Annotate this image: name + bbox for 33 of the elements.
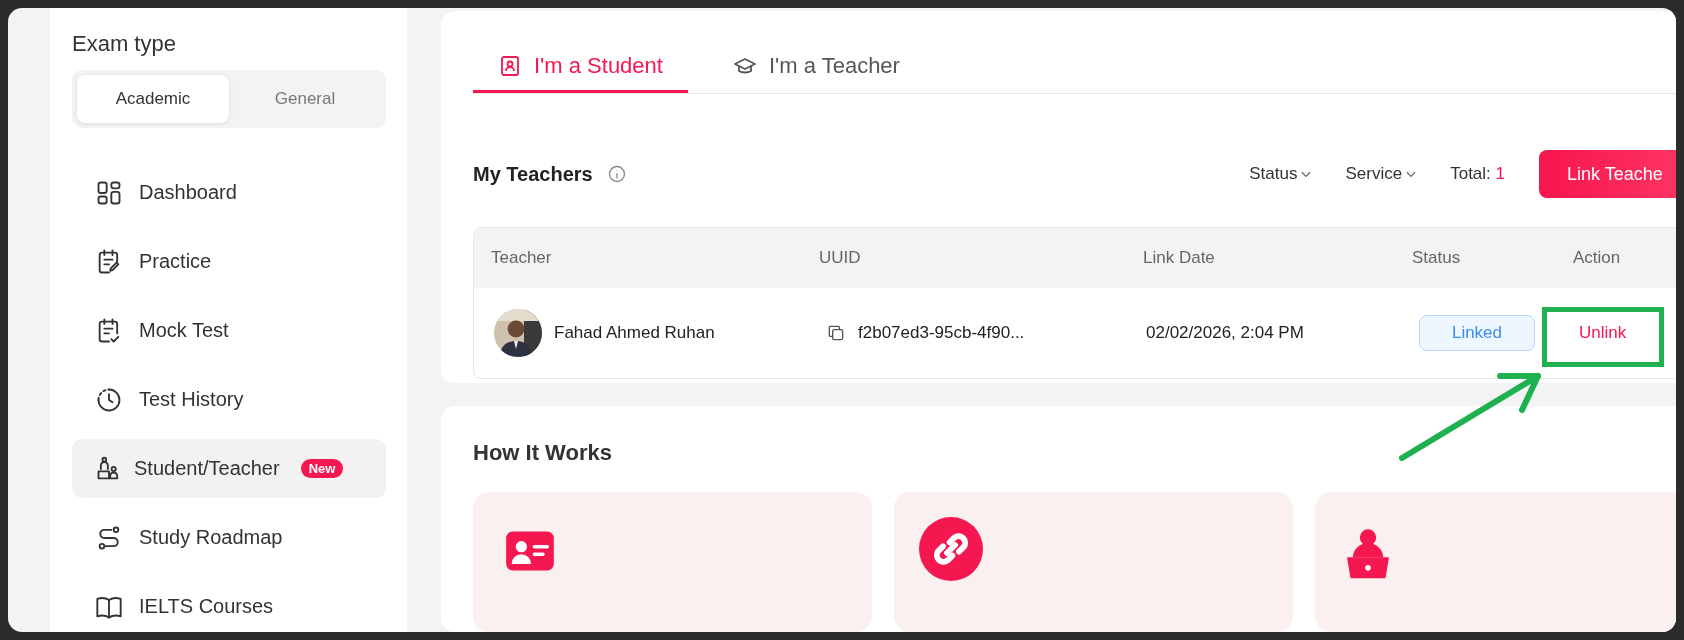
filter-dropdown[interactable]: Status bbox=[1249, 164, 1314, 184]
exam-type-option[interactable]: Academic bbox=[77, 75, 229, 123]
new-badge: New bbox=[300, 459, 344, 478]
exam-type-option[interactable]: General bbox=[229, 75, 381, 123]
sidebar-item[interactable]: Test History bbox=[72, 370, 386, 429]
filter-dropdown[interactable]: Service bbox=[1345, 164, 1419, 184]
link-icon bbox=[919, 517, 983, 581]
copy-icon bbox=[826, 323, 846, 343]
contact-book-icon bbox=[498, 53, 522, 78]
sidebar-item[interactable]: Student/Teacher New bbox=[72, 439, 386, 498]
column-header: Action bbox=[1572, 248, 1622, 268]
sidebar-item[interactable]: Practice bbox=[72, 232, 386, 291]
section-title: My Teachers bbox=[473, 162, 593, 186]
info-icon bbox=[606, 164, 627, 184]
column-header: UUID bbox=[818, 248, 862, 268]
role-tab[interactable]: I'm a Student bbox=[473, 41, 688, 93]
teacher-name: Fahad Ahmed Ruhan bbox=[554, 323, 715, 343]
sidebar-item[interactable]: IELTS Courses bbox=[72, 577, 386, 632]
sidebar-item[interactable]: Mock Test bbox=[72, 301, 386, 360]
link-teacher-button[interactable]: Link Teache bbox=[1539, 150, 1676, 198]
column-header: Link Date bbox=[1142, 248, 1216, 268]
column-header: Status bbox=[1411, 248, 1462, 268]
uuid-text: f2b07ed3-95cb-4f90... bbox=[858, 323, 1025, 343]
section-title: How It Works bbox=[473, 440, 613, 466]
sidebar-item[interactable]: Dashboard bbox=[72, 163, 386, 222]
unlink-button[interactable]: Unlink bbox=[1573, 319, 1633, 347]
link-date: 02/02/2026, 2:04 PM bbox=[1146, 323, 1304, 343]
role-tab[interactable]: I'm a Teacher bbox=[707, 41, 925, 93]
section-title: Exam type bbox=[72, 31, 177, 57]
column-header: Teacher bbox=[490, 248, 553, 268]
sidebar-item[interactable]: Study Roadmap bbox=[72, 508, 386, 567]
status-badge: Linked bbox=[1419, 315, 1535, 351]
total-count: Total: 1 bbox=[1450, 164, 1505, 184]
